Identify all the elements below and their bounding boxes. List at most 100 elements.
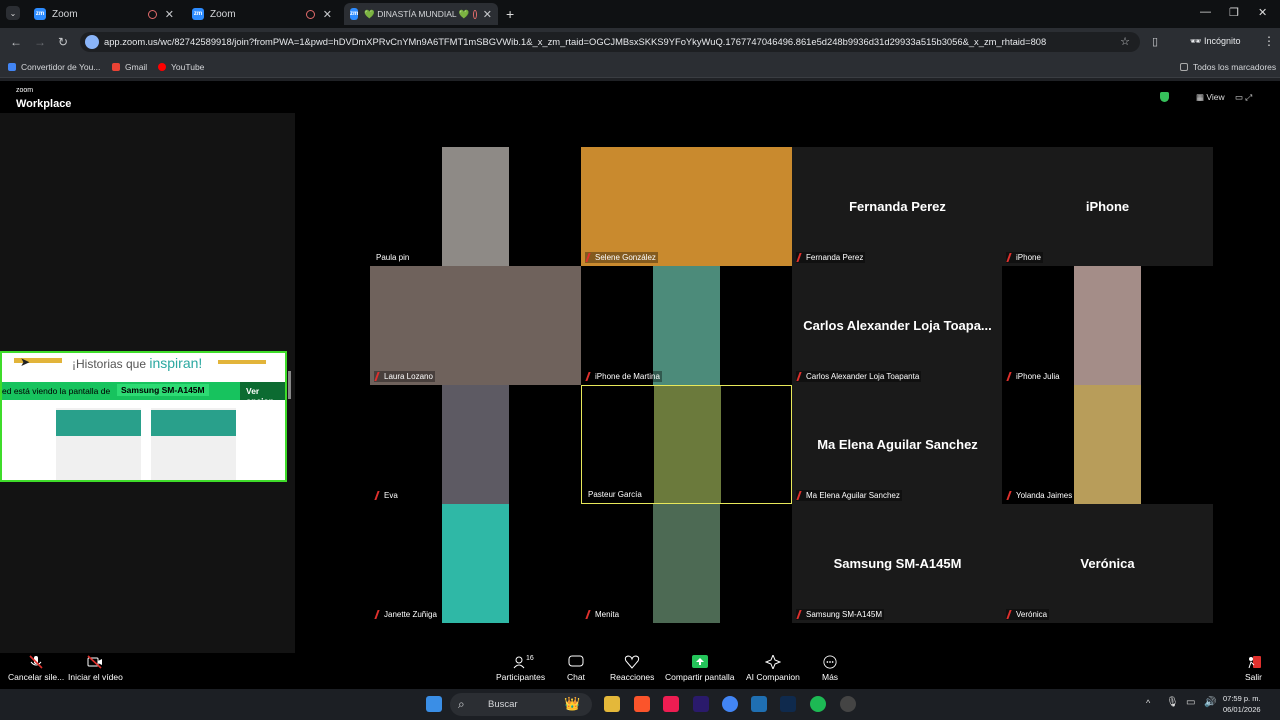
incognito-indicator[interactable]: 🕶 Incógnito [1190, 36, 1240, 47]
participant-label: Verónica [1006, 609, 1050, 620]
ai-companion-button[interactable]: AI Companion [746, 655, 800, 682]
tiktok-icon[interactable] [663, 696, 679, 712]
tab-label: 💚 DINASTÍA MUNDIAL 💚 [364, 8, 470, 19]
view-button[interactable]: ▦ View [1196, 92, 1225, 103]
tab-strip: ⌄ zm Zoom ✕ zm Zoom ✕ zm 💚 DINASTÍA MUND… [0, 0, 1280, 28]
network-icon[interactable]: ▭ [1186, 697, 1195, 708]
tab-zoom-2[interactable]: zm Zoom ✕ [186, 3, 338, 25]
participant-tile[interactable]: Laura Lozano [370, 266, 581, 385]
tray-chevron-icon[interactable]: ^ [1146, 698, 1150, 708]
shared-screen-thumbnail[interactable]: ➤ ¡Historias que inspiran! ed está viend… [0, 351, 287, 482]
reload-icon[interactable]: ↻ [58, 35, 68, 49]
search-icon: ⌕ [458, 697, 465, 711]
photoshop-icon[interactable] [780, 696, 796, 712]
spotify-icon[interactable] [810, 696, 826, 712]
participant-tile[interactable]: Verónica Verónica [1002, 504, 1213, 623]
participant-tile[interactable]: iPhone iPhone [1002, 147, 1213, 266]
close-icon[interactable]: ✕ [483, 8, 492, 21]
tab-dinastia[interactable]: zm 💚 DINASTÍA MUNDIAL 💚 ✕ [344, 3, 498, 25]
muted-mic-icon [796, 253, 805, 262]
windows-start-icon[interactable] [426, 696, 442, 712]
bookmark-convertidor[interactable]: Convertidor de You... [8, 62, 100, 72]
premiere-icon[interactable] [693, 696, 709, 712]
muted-mic-icon [585, 253, 594, 262]
address-bar[interactable]: app.zoom.us/wc/82742589918/join?fromPWA=… [80, 32, 1140, 52]
participant-tile[interactable]: Selene González [581, 147, 792, 266]
participant-tile[interactable]: iPhone Julia [1002, 266, 1213, 385]
start-video-button[interactable]: Iniciar el vídeo [68, 655, 123, 682]
forward-icon[interactable]: → [34, 35, 46, 49]
brave-icon[interactable] [634, 696, 650, 712]
view-options-button[interactable]: Ver opcion [240, 382, 285, 406]
window-mode-icon[interactable]: ▭ ⤢ [1235, 92, 1252, 103]
bookmark-star-icon[interactable]: ☆ [1120, 35, 1130, 48]
participant-tile[interactable]: Eva [370, 385, 581, 504]
leave-button[interactable]: Salir [1245, 655, 1262, 682]
volume-icon[interactable]: 🔊 [1204, 697, 1216, 708]
participant-tile[interactable]: iPhone de Martina [581, 266, 792, 385]
chrome-icon[interactable] [722, 696, 738, 712]
chat-button[interactable]: Chat [567, 655, 585, 682]
participant-name-display: Ma Elena Aguilar Sanchez [817, 437, 978, 452]
file-explorer-icon[interactable] [604, 696, 620, 712]
unmute-button[interactable]: Cancelar sile... [8, 655, 64, 682]
participant-count: 16 [526, 655, 534, 662]
muted-mic-icon [1006, 610, 1015, 619]
participant-name-display: Verónica [1080, 556, 1135, 571]
minimize-icon[interactable]: — [1200, 6, 1211, 18]
participant-tile[interactable]: Samsung SM-A145M Samsung SM-A145M [792, 504, 1003, 623]
participant-tile[interactable]: Fernanda Perez Fernanda Perez [792, 147, 1003, 266]
meeting-controls: Cancelar sile... Iniciar el vídeo 16 Par… [0, 653, 1280, 689]
bookmark-gmail[interactable]: Gmail [112, 62, 147, 72]
menu-icon[interactable]: ⋮ [1263, 34, 1275, 48]
close-icon[interactable]: ✕ [323, 8, 332, 21]
tab-zoom-1[interactable]: zm Zoom ✕ [28, 3, 180, 25]
close-icon[interactable]: ✕ [165, 8, 174, 21]
participants-button[interactable]: 16 Participantes [496, 655, 545, 682]
restore-icon[interactable]: ❐ [1229, 6, 1239, 19]
back-icon[interactable]: ← [10, 35, 22, 49]
settings-icon[interactable] [840, 696, 856, 712]
system-clock[interactable]: 07:59 p. m. 06/01/2026 [1223, 693, 1261, 715]
taskbar-search[interactable]: ⌕ Buscar 👑 [450, 693, 592, 716]
participant-tile[interactable]: Janette Zuñiga [370, 504, 581, 623]
participant-label-text: Verónica [1016, 610, 1048, 619]
participant-tile[interactable]: Ma Elena Aguilar Sanchez Ma Elena Aguilar… [792, 385, 1003, 504]
resize-handle[interactable] [288, 371, 291, 399]
muted-mic-icon [1006, 372, 1015, 381]
muted-mic-icon [796, 610, 805, 619]
more-button[interactable]: Más [822, 655, 838, 682]
tab-label: Zoom [52, 8, 78, 20]
crown-icon: 👑 [564, 696, 581, 711]
muted-mic-icon [29, 655, 43, 669]
vscode-icon[interactable] [751, 696, 767, 712]
site-info-icon[interactable] [85, 35, 99, 49]
shared-card [56, 408, 141, 480]
screen-share-panel: ➤ ¡Historias que inspiran! ed está viend… [0, 113, 295, 653]
participant-tile[interactable]: Yolanda Jaimes [1002, 385, 1213, 504]
browser-chrome: ⌄ zm Zoom ✕ zm Zoom ✕ zm 💚 DINASTÍA MUND… [0, 0, 1280, 81]
all-bookmarks[interactable]: Todos los marcadores [1180, 62, 1276, 72]
participant-tile[interactable]: Menita [581, 504, 792, 623]
participant-tile[interactable]: Carlos Alexander Loja Toapa... Carlos Ale… [792, 266, 1003, 385]
recording-icon [147, 9, 157, 19]
participant-label: Janette Zuñiga [374, 609, 439, 620]
url-text[interactable]: app.zoom.us/wc/82742589918/join?fromPWA=… [104, 36, 1046, 47]
bookmark-youtube[interactable]: YouTube [158, 62, 204, 72]
tab-search-button[interactable]: ⌄ [6, 6, 20, 20]
decor-bar [218, 360, 266, 364]
side-panel-icon[interactable]: ▯ [1152, 35, 1158, 48]
zoom-favicon-icon: zm [34, 8, 46, 20]
participant-tile[interactable]: Pasteur García [581, 385, 792, 504]
window-close-icon[interactable]: ✕ [1258, 6, 1267, 19]
participant-tile[interactable]: Paula pin [370, 147, 581, 266]
share-screen-button[interactable]: Compartir pantalla [665, 655, 734, 682]
reactions-button[interactable]: Reacciones [610, 655, 654, 682]
participant-label: Yolanda Jaimes [1006, 490, 1075, 501]
mic-tray-icon[interactable]: 🎙 [1166, 697, 1179, 708]
encryption-shield-icon[interactable] [1160, 92, 1169, 102]
muted-mic-icon [374, 372, 383, 381]
new-tab-button[interactable]: + [506, 6, 514, 22]
participant-label-text: iPhone Julia [1016, 372, 1060, 381]
participant-name-display: iPhone [1085, 199, 1130, 214]
